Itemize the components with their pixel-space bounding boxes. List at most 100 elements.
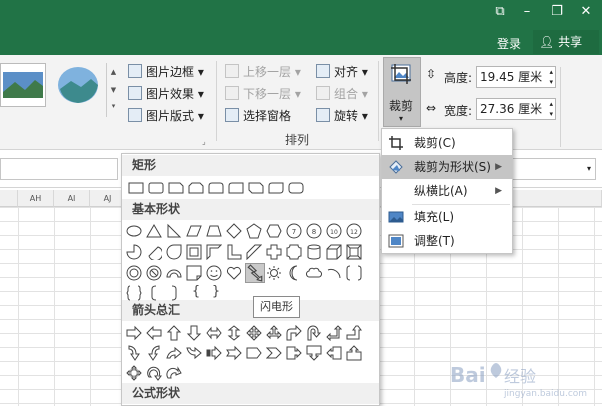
can-shape-icon[interactable] [306,244,322,260]
left-right-arrow-shape-icon[interactable] [206,325,222,341]
pentagon-shape-icon[interactable] [246,223,262,239]
rectangle-shape-icon[interactable] [128,180,144,196]
width-spin-icon[interactable]: ▴ ▾ [549,99,553,119]
right-bracket-shape-icon[interactable] [166,285,182,301]
pentagon-arrow-shape-icon[interactable] [246,345,262,361]
parallelogram-shape-icon[interactable] [186,223,202,239]
up-arrow-shape-icon[interactable] [166,325,182,341]
curved-arrow-shape-icon[interactable] [166,365,182,381]
menu-item-fill[interactable]: 填充(L) [382,205,512,229]
round-corner-rectangle-shape-icon[interactable] [208,180,224,196]
cross-shape-icon[interactable] [266,244,282,260]
lightning-bolt-shape-icon[interactable] [245,263,265,283]
formula-expand-icon[interactable]: ▾ [512,158,596,180]
formula-input[interactable] [0,158,118,180]
right-triangle-shape-icon[interactable] [166,223,182,239]
quad-arrow-shape-icon[interactable] [246,325,262,341]
down-arrow-shape-icon[interactable] [186,325,202,341]
heart-shape-icon[interactable] [226,265,242,281]
teardrop-shape-icon[interactable] [166,244,182,260]
triangle-shape-icon[interactable] [146,223,162,239]
minimize-button[interactable]: – [513,2,541,22]
snip-same-side-rectangle-shape-icon[interactable] [188,180,204,196]
align-button[interactable]: 对齐 ▾ [316,62,368,82]
round-diagonal-rectangle-shape-icon[interactable] [268,180,284,196]
moon-shape-icon[interactable] [286,265,302,281]
left-up-arrow-shape-icon[interactable] [326,325,342,341]
double-bracket-shape-icon[interactable] [346,265,362,281]
diagonal-snip-rectangle-shape-icon[interactable] [248,180,264,196]
picture-effects-button[interactable]: 图片效果 ▾ [128,84,204,104]
dialog-launcher-icon[interactable]: ⌟ [202,137,206,146]
folded-corner-shape-icon[interactable] [186,265,202,281]
height-input[interactable]: 19.45 厘米 ▴ ▾ [476,66,556,88]
column-header[interactable]: AH [18,190,54,207]
up-arrow-callout-shape-icon[interactable] [346,345,362,361]
dodecagon-shape-icon[interactable]: 12 [346,223,362,239]
notched-right-arrow-shape-icon[interactable] [226,345,242,361]
octagon-shape-icon[interactable]: 8 [306,223,322,239]
gallery-scroll[interactable]: ▲ ▼ ▾ [106,63,120,117]
up-down-arrow-shape-icon[interactable] [226,325,242,341]
pie-shape-icon[interactable] [126,244,142,260]
circular-arrow-shape-icon[interactable] [146,365,162,381]
l-shape-icon[interactable] [226,244,242,260]
column-header[interactable] [0,190,18,207]
cube-shape-icon[interactable] [326,244,342,260]
ribbon-display-options-icon[interactable]: ⧉ [486,2,514,22]
down-arrow-callout-shape-icon[interactable] [306,345,322,361]
picture-style-thumbnail-1[interactable] [0,63,46,107]
quad-arrow-callout-shape-icon[interactable] [126,365,142,381]
curved-right-arrow-shape-icon[interactable] [126,345,142,361]
share-button[interactable]: 👤︎ 共享 [533,30,599,54]
restore-button[interactable]: ❐ [543,2,571,22]
picture-style-thumbnail-2[interactable] [55,63,101,107]
selection-pane-button[interactable]: 选择窗格 [225,106,291,126]
curved-down-arrow-shape-icon[interactable] [186,345,202,361]
right-brace-shape-icon[interactable]: } [208,284,224,300]
cloud-shape-icon[interactable] [306,265,322,281]
snip-corner-rectangle-shape-icon[interactable] [168,180,184,196]
left-bracket-shape-icon[interactable] [146,285,162,301]
height-spin-icon[interactable]: ▴ ▾ [549,67,553,87]
half-frame-shape-icon[interactable] [206,244,222,260]
rounded-rectangle-2-shape-icon[interactable] [288,180,304,196]
group-button[interactable]: 组合 ▾ [316,84,368,104]
bring-forward-button[interactable]: 上移一层 ▾ [225,62,301,82]
left-arrow-shape-icon[interactable] [146,325,162,341]
left-right-up-arrow-shape-icon[interactable] [266,325,282,341]
smiley-face-shape-icon[interactable] [206,265,222,281]
picture-layout-button[interactable]: 图片版式 ▾ [128,106,204,126]
u-turn-arrow-shape-icon[interactable] [306,325,322,341]
rounded-rectangle-shape-icon[interactable] [148,180,164,196]
menu-item-crop[interactable]: 裁剪(C) [382,131,512,155]
donut-shape-icon[interactable] [126,265,142,281]
column-header[interactable]: AI [54,190,90,207]
oval-shape-icon[interactable] [126,223,142,239]
bevel-shape-icon[interactable] [346,244,362,260]
block-arc-shape-icon[interactable] [166,265,182,281]
trapezoid-shape-icon[interactable] [206,223,222,239]
heptagon-shape-icon[interactable]: 7 [286,223,302,239]
no-symbol-shape-icon[interactable] [146,265,162,281]
hexagon-shape-icon[interactable] [266,223,282,239]
menu-item-crop-to-shape[interactable]: 裁剪为形状(S) ▶ [382,155,512,179]
rotate-button[interactable]: 旋转 ▾ [316,106,368,126]
striped-right-arrow-shape-icon[interactable] [206,345,222,361]
right-arrow-shape-icon[interactable] [126,325,142,341]
double-brace-shape-icon[interactable] [126,285,142,301]
plaque-shape-icon[interactable] [286,244,302,260]
left-arrow-callout-shape-icon[interactable] [326,345,342,361]
right-arrow-callout-shape-icon[interactable] [286,345,302,361]
frame-shape-icon[interactable] [186,244,202,260]
curved-up-arrow-shape-icon[interactable] [166,345,182,361]
diamond-shape-icon[interactable] [226,223,242,239]
close-button[interactable]: ✕ [572,2,600,22]
menu-item-aspect-ratio[interactable]: 纵横比(A) ▶ [382,179,512,203]
crop-button[interactable]: 裁剪 ▾ [383,57,421,127]
chevron-shape-icon[interactable] [266,345,282,361]
snip-round-rectangle-shape-icon[interactable] [228,180,244,196]
send-backward-button[interactable]: 下移一层 ▾ [225,84,301,104]
sun-shape-icon[interactable] [266,265,282,281]
arc-shape-icon[interactable] [326,265,342,281]
